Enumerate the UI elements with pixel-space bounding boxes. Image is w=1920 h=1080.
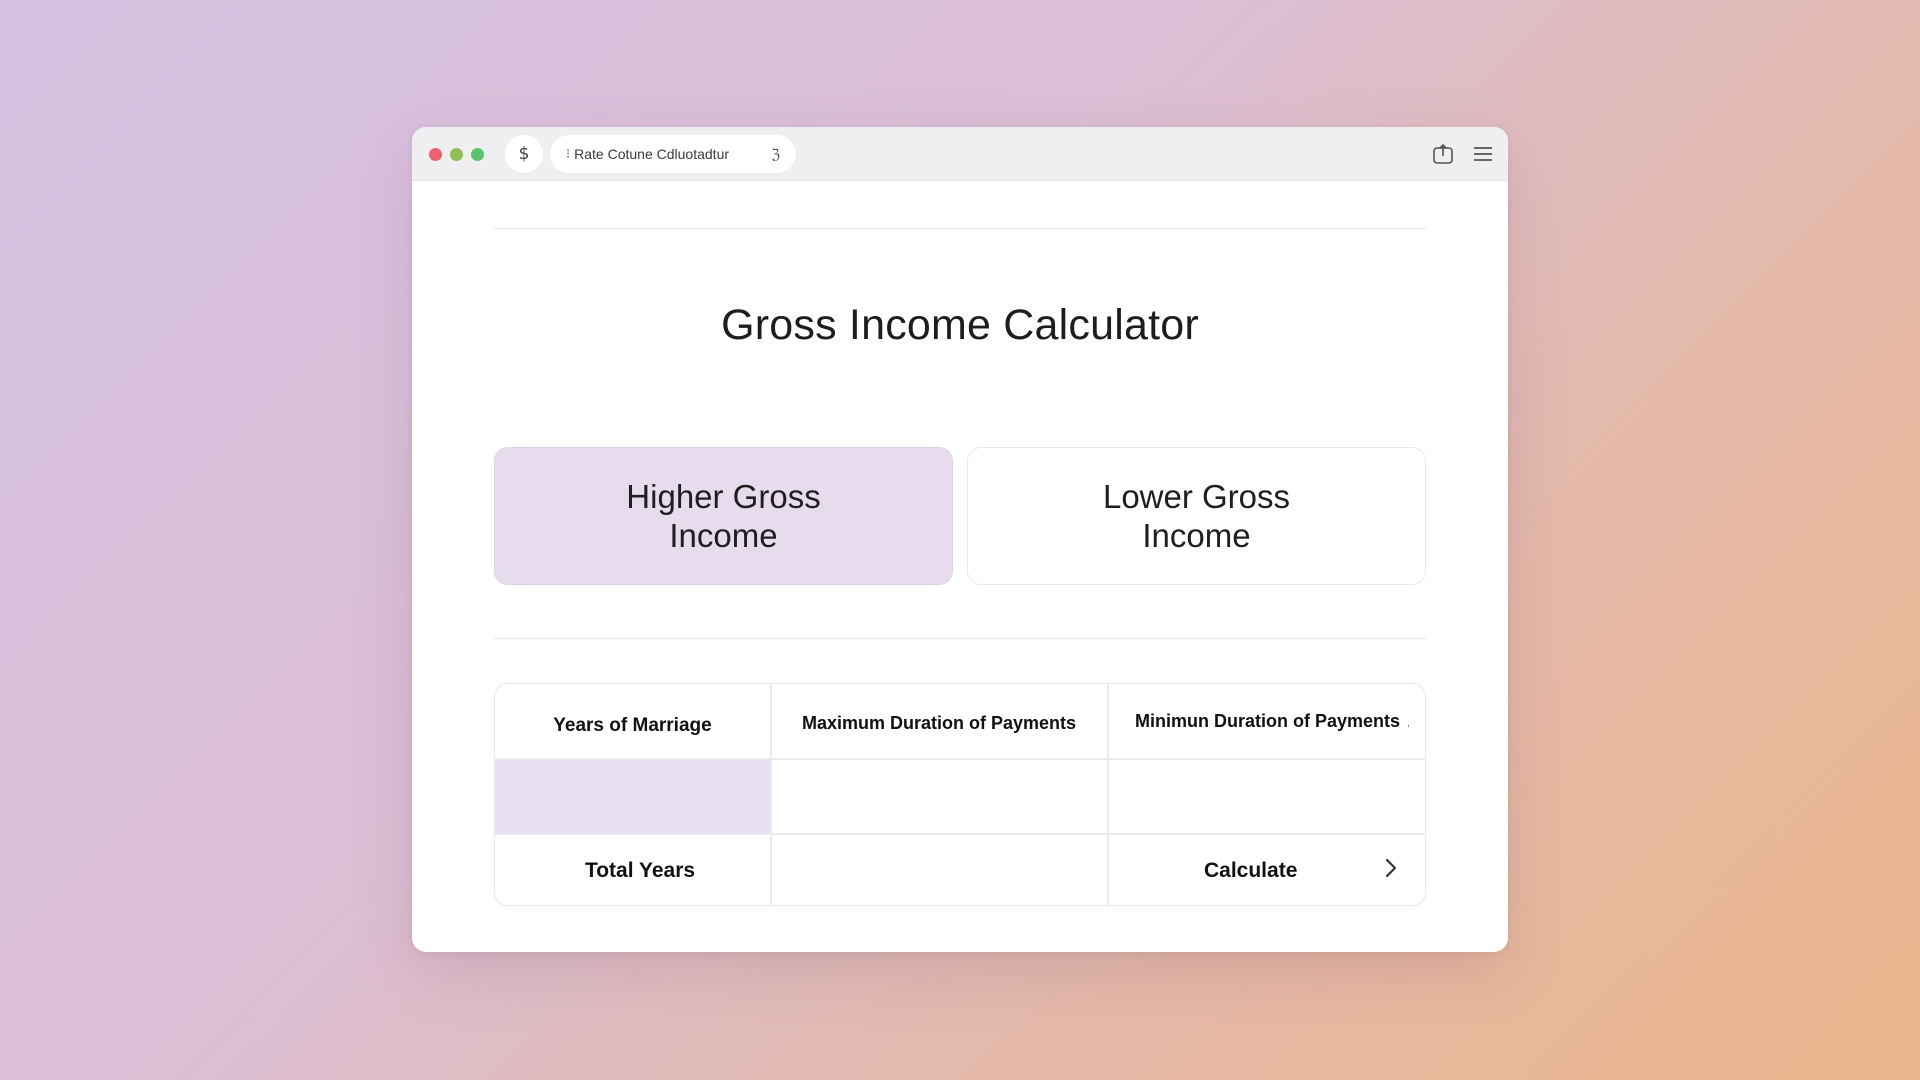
close-window-button[interactable] xyxy=(429,148,442,161)
total-years-value xyxy=(770,834,1108,905)
tab-grip-icon: ⁝ xyxy=(566,146,571,161)
chevron-right-icon[interactable] xyxy=(1382,857,1400,879)
browser-window: $ ⁝ Rate Cotune Cdluotadtur ℨ Gross Inco… xyxy=(412,127,1508,952)
maximum-duration-cell[interactable] xyxy=(770,758,1108,834)
page-title: Gross Income Calculator xyxy=(721,301,1199,349)
calculate-label: Calculate xyxy=(1204,858,1298,882)
tab-close-icon[interactable]: ℨ xyxy=(771,146,780,163)
tab-title: Rate Cotune Cdluotadtur xyxy=(574,146,730,162)
table-divider xyxy=(770,684,772,905)
dollar-glyph: $ xyxy=(518,144,530,164)
divider xyxy=(494,638,1426,639)
header-mark: , xyxy=(1407,718,1410,729)
header-maximum-duration: Maximum Duration of Payments xyxy=(801,712,1077,733)
header-years-of-marriage: Years of Marriage xyxy=(553,715,712,736)
lower-gross-income-label: Lower Gross Income xyxy=(1102,478,1291,554)
payments-table: Years of Marriage Maximum Duration of Pa… xyxy=(494,683,1426,906)
dollar-icon[interactable]: $ xyxy=(505,135,543,173)
lower-gross-income-option[interactable]: Lower Gross Income xyxy=(967,447,1426,585)
menu-icon[interactable] xyxy=(1472,143,1494,165)
title-bar: $ ⁝ Rate Cotune Cdluotadtur ℨ xyxy=(412,127,1508,181)
header-minimum-duration: Minimun Duration of Payments xyxy=(1134,710,1401,731)
higher-gross-income-option[interactable]: Higher Gross Income xyxy=(494,447,953,585)
table-divider xyxy=(1107,684,1109,905)
calculate-button[interactable]: Calculate xyxy=(1108,834,1425,905)
table-divider xyxy=(495,833,1425,835)
total-years-label: Total Years xyxy=(584,858,696,882)
higher-gross-income-label: Higher Gross Income xyxy=(626,478,821,554)
browser-tab[interactable]: ⁝ Rate Cotune Cdluotadtur ℨ xyxy=(550,135,796,173)
share-icon[interactable] xyxy=(1432,143,1454,165)
years-of-marriage-cell[interactable] xyxy=(495,758,770,834)
maximize-window-button[interactable] xyxy=(471,148,484,161)
table-divider xyxy=(495,758,1425,760)
divider xyxy=(494,228,1426,229)
minimum-duration-cell[interactable] xyxy=(1108,758,1425,834)
minimize-window-button[interactable] xyxy=(450,148,463,161)
